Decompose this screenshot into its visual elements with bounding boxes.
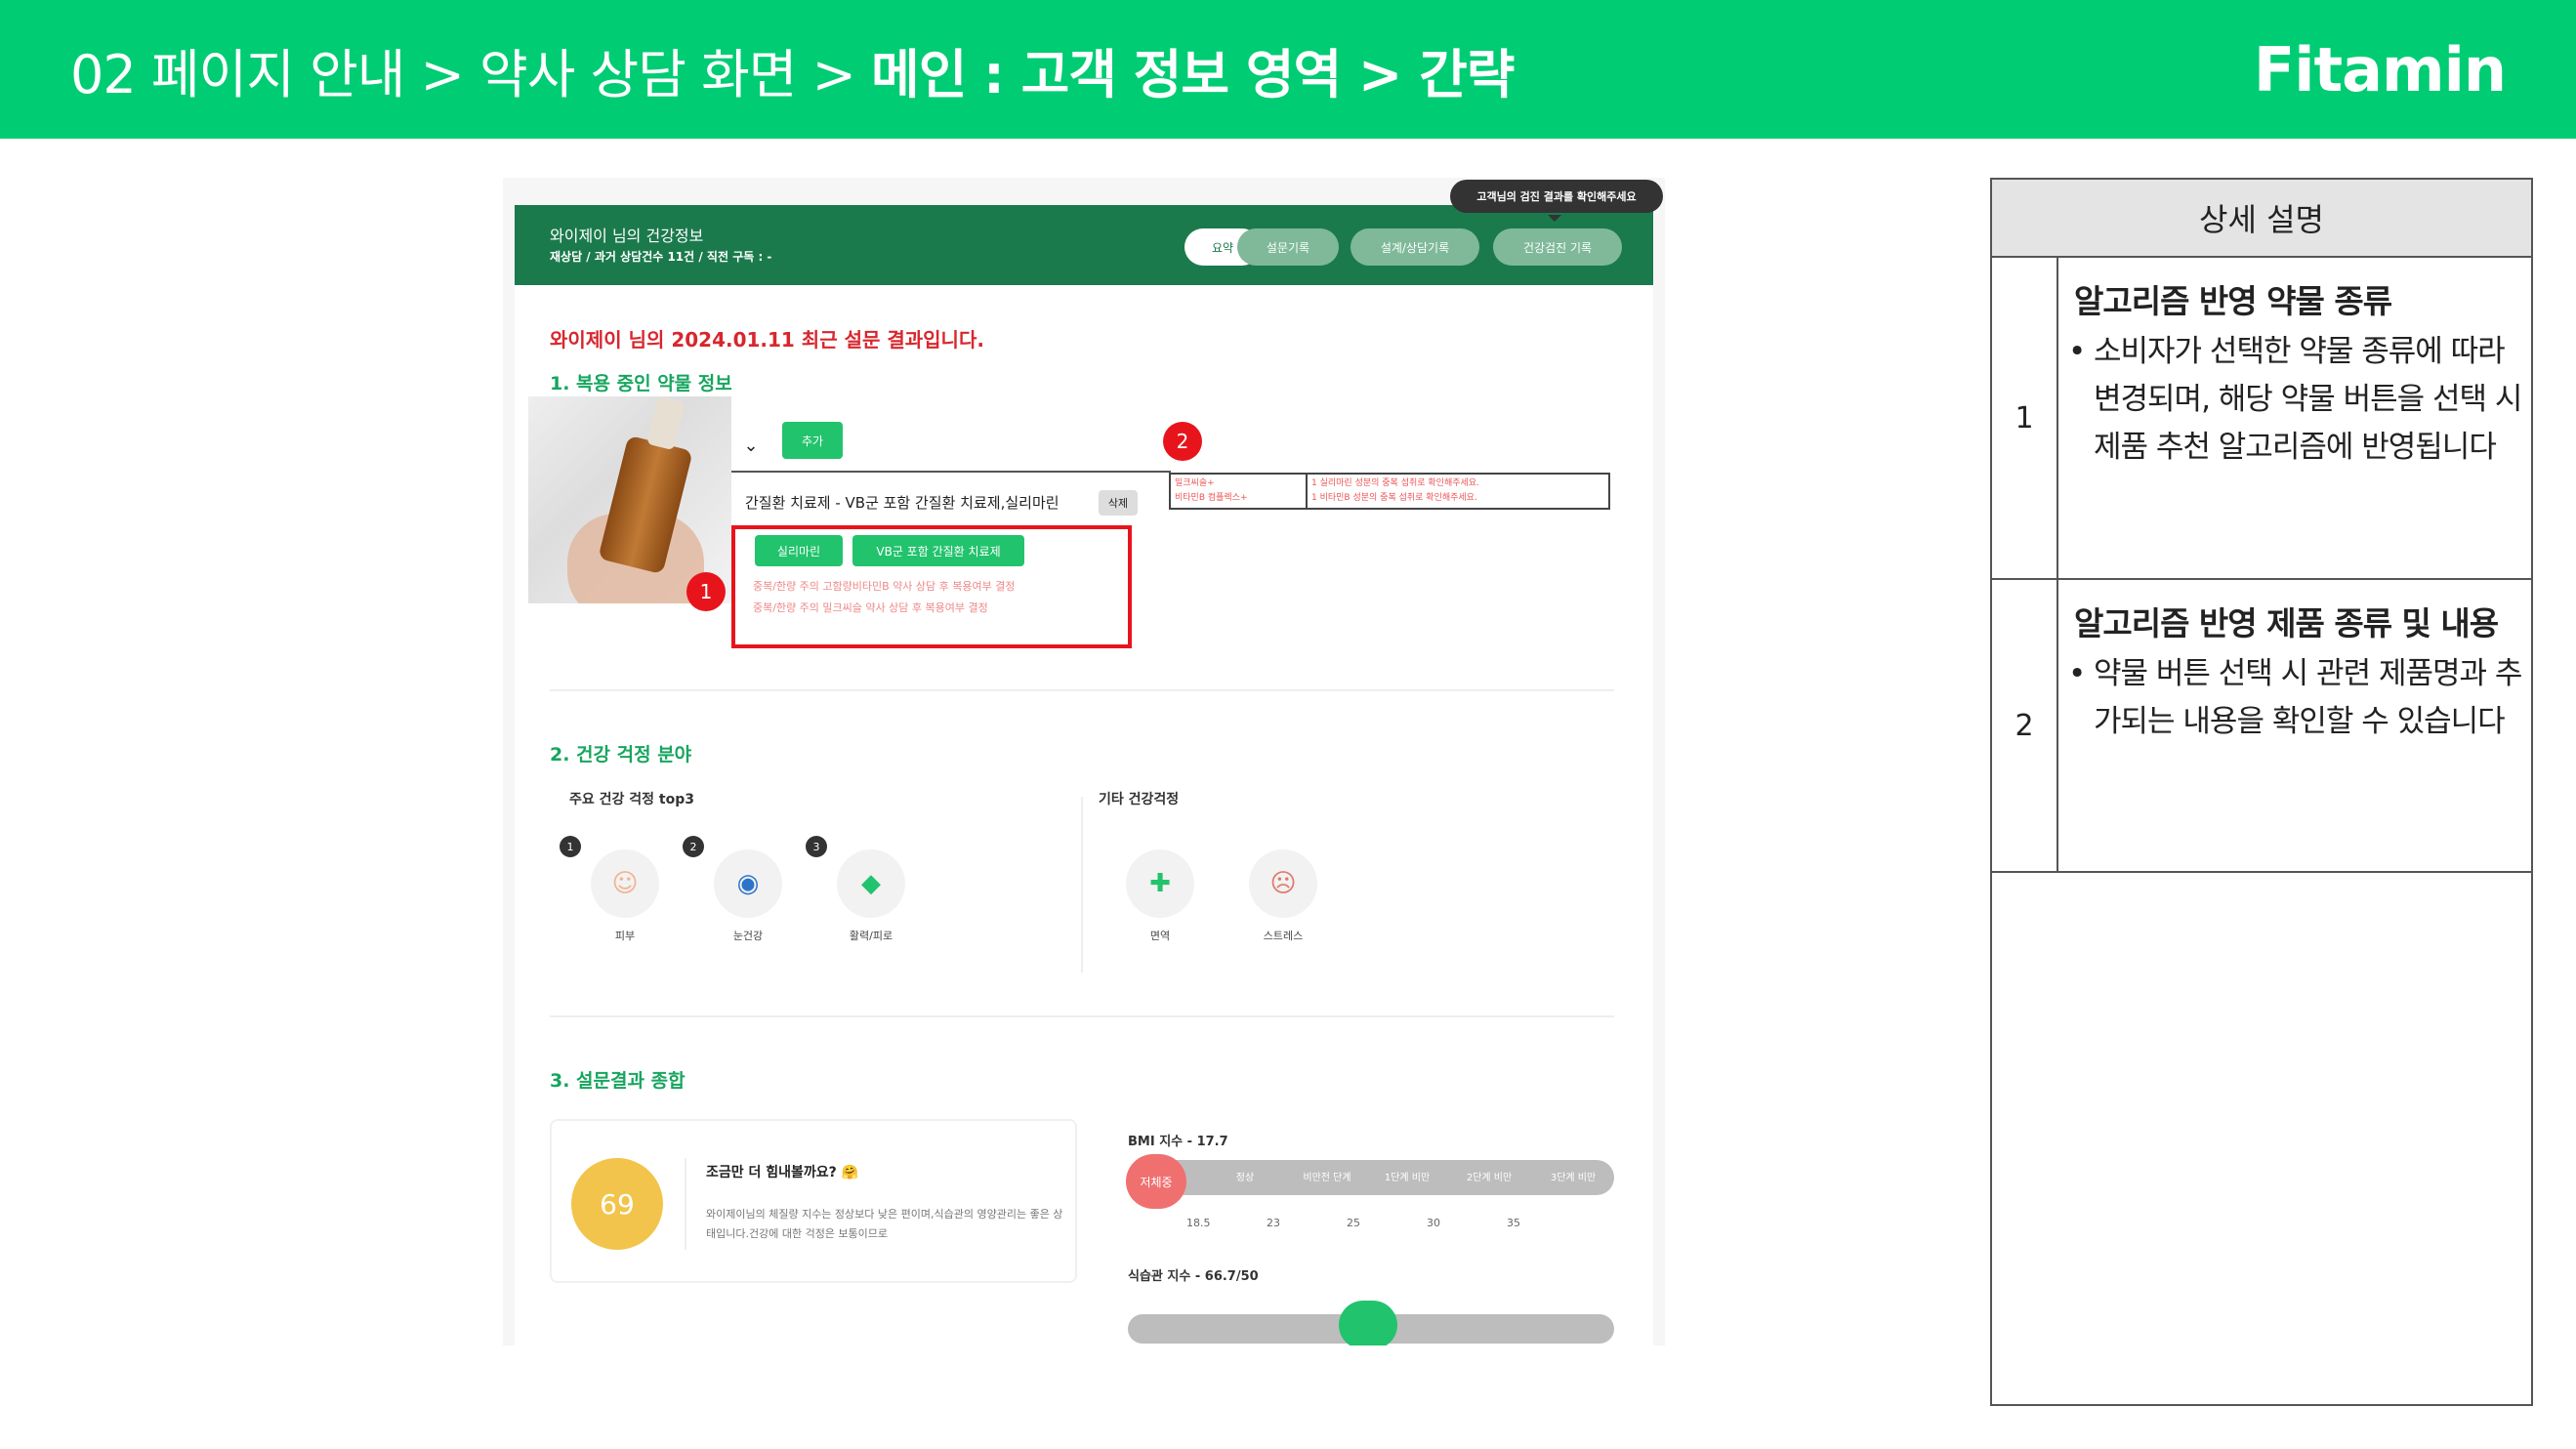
- score-title: 조금만 더 힘내볼까요? 🤗: [706, 1165, 859, 1180]
- immunity-icon: ✚: [1126, 849, 1194, 918]
- breadcrumb-path: 02 페이지 안내 > 약사 상담 화면 >: [70, 43, 872, 105]
- consult-screen-screenshot: 고객님의 검진 결과를 확인해주세요 와이제이 님의 건강정보 재상담 / 과거…: [503, 178, 1665, 1346]
- bmi-tick: 30: [1427, 1217, 1440, 1229]
- description-panel: 상세 설명 1 알고리즘 반영 약물 종류 소비자가 선택한 약물 종류에 따라…: [1990, 178, 2533, 1406]
- profile-body: 와이제이 님의 2024.01.11 최근 설문 결과입니다. 1. 복용 중인…: [515, 285, 1653, 1346]
- score-text: 와이제이님의 체질량 지수는 정상보다 낮은 편이며,식습관의 영양관리는 좋은…: [706, 1208, 1063, 1240]
- concern-label: 활력/피로: [849, 930, 893, 942]
- habit-marker: [1339, 1301, 1397, 1346]
- row-title: 알고리즘 반영 제품 종류 및 내용: [2074, 604, 2499, 642]
- row-bullet: 소비자가 선택한 약물 종류에 따라 변경되며, 해당 약물 버튼을 선택 시 …: [2068, 328, 2523, 472]
- breadcrumb: 02 페이지 안내 > 약사 상담 화면 > 메인 : 고객 정보 영역 > 간…: [70, 31, 1515, 108]
- reco-note: 1 실리마린 성분의 중복 섭취로 확인해주세요. 1 비타민B 성분의 중복 섭…: [1311, 478, 1479, 503]
- bmi-bar: 정상 비만전 단계 1단계 비만 2단계 비만 3단계 비만 저체중: [1126, 1154, 1614, 1209]
- bmi-current-marker: 저체중: [1126, 1154, 1186, 1209]
- divider: [731, 471, 1171, 473]
- rank-badge: 3: [806, 836, 827, 857]
- callout-badge-1: 1: [686, 572, 726, 611]
- score-circle: 69: [571, 1158, 663, 1250]
- divider: [1081, 797, 1083, 973]
- callout-badge-2: 2: [1163, 422, 1202, 461]
- rank-badge: 2: [683, 836, 704, 857]
- energy-icon: ◆: [837, 849, 905, 918]
- eye-icon: ◉: [714, 849, 782, 918]
- fitamin-logo: Fitamin: [2253, 33, 2507, 105]
- rank-badge: 1: [560, 836, 581, 857]
- bmi-segment: 3단계 비만: [1550, 1172, 1597, 1183]
- breadcrumb-current: 메인 : 고객 정보 영역 > 간략: [871, 43, 1515, 105]
- description-row: 1 알고리즘 반영 약물 종류 소비자가 선택한 약물 종류에 따라 변경되며,…: [1992, 258, 2531, 580]
- description-header: 상세 설명: [1992, 180, 2531, 258]
- tab-survey[interactable]: 설문기록: [1237, 228, 1339, 266]
- section-medication: 1. 복용 중인 약물 정보: [550, 373, 732, 394]
- profile-header: 와이제이 님의 건강정보 재상담 / 과거 상담건수 11건 / 직전 구독 :…: [515, 205, 1653, 285]
- other-concern-label: 기타 건강걱정: [1099, 792, 1180, 807]
- section-survey-summary: 3. 설문결과 종합: [550, 1070, 686, 1092]
- concern-label: 스트레스: [1263, 930, 1304, 942]
- face-icon: ☺: [591, 849, 659, 918]
- top3-label: 주요 건강 걱정 top3: [569, 792, 694, 807]
- top-banner: 02 페이지 안내 > 약사 상담 화면 > 메인 : 고객 정보 영역 > 간…: [0, 0, 2576, 139]
- recommendation-table: 밀크씨슬+ 비타민B 컴플렉스+ 1 실리마린 성분의 중복 섭취로 확인해주세요…: [1169, 473, 1610, 510]
- bmi-tick: 35: [1507, 1217, 1520, 1229]
- add-medication-button[interactable]: 추가: [782, 422, 843, 459]
- row-number: 1: [1992, 258, 2058, 578]
- bmi-segment: 2단계 비만: [1466, 1172, 1513, 1183]
- description-row: 2 알고리즘 반영 제품 종류 및 내용 약물 버튼 선택 시 관련 제품명과 …: [1992, 580, 2531, 873]
- bmi-tick: 18.5: [1186, 1217, 1211, 1229]
- score-card: 69 조금만 더 힘내볼까요? 🤗 와이제이님의 체질량 지수는 정상보다 낮은…: [550, 1119, 1077, 1283]
- bmi-segment: 1단계 비만: [1384, 1172, 1431, 1183]
- habit-bar: [1128, 1301, 1614, 1346]
- bmi-segment: 정상: [1235, 1172, 1255, 1183]
- medication-entry: 간질환 치료제 - VB군 포함 간질환 치료제,실리마린: [745, 494, 1059, 512]
- bmi-segment: 비만전 단계: [1303, 1172, 1351, 1183]
- concern-label: 면역: [1149, 930, 1171, 942]
- warning-text: 중복/한량 주의 밀크씨슬 약사 상담 후 복용여부 결정: [753, 601, 988, 614]
- profile-title: 와이제이 님의 건강정보: [550, 227, 704, 245]
- bmi-tick: 25: [1347, 1217, 1360, 1229]
- section-health-concern: 2. 건강 걱정 분야: [550, 744, 692, 766]
- medication-chip[interactable]: VB군 포함 간질환 치료제: [852, 535, 1024, 566]
- row-bullet: 약물 버튼 선택 시 관련 제품명과 추가되는 내용을 확인할 수 있습니다: [2068, 650, 2523, 746]
- profile-subtitle: 재상담 / 과거 상담건수 11건 / 직전 구독 : -: [550, 250, 772, 264]
- row-title: 알고리즘 반영 약물 종류: [2074, 282, 2392, 320]
- delete-button[interactable]: 삭제: [1099, 490, 1138, 516]
- concern-label: 피부: [614, 930, 636, 942]
- concern-label: 눈건강: [732, 930, 764, 942]
- checkup-tooltip: 고객님의 검진 결과를 확인해주세요: [1450, 180, 1663, 222]
- divider: [550, 1015, 1614, 1017]
- tab-checkup[interactable]: 건강검진 기록: [1493, 228, 1622, 266]
- survey-result-title: 와이제이 님의 2024.01.11 최근 설문 결과입니다.: [550, 328, 984, 352]
- divider: [550, 689, 1614, 691]
- row-number: 2: [1992, 580, 2058, 871]
- medication-chip[interactable]: 실리마린: [755, 535, 843, 566]
- bmi-label: BMI 지수 - 17.7: [1128, 1135, 1228, 1149]
- tab-design-consult[interactable]: 설계/상담기록: [1350, 228, 1479, 266]
- chevron-down-icon[interactable]: ⌄: [731, 428, 770, 463]
- stress-icon: ☹: [1249, 849, 1317, 918]
- bmi-tick: 23: [1267, 1217, 1280, 1229]
- reco-product: 밀크씨슬+ 비타민B 컴플렉스+: [1171, 475, 1308, 508]
- habit-label: 식습관 지수 - 66.7/50: [1128, 1269, 1259, 1284]
- warning-text: 중복/한량 주의 고함량비타민B 약사 상담 후 복용여부 결정: [753, 580, 1016, 593]
